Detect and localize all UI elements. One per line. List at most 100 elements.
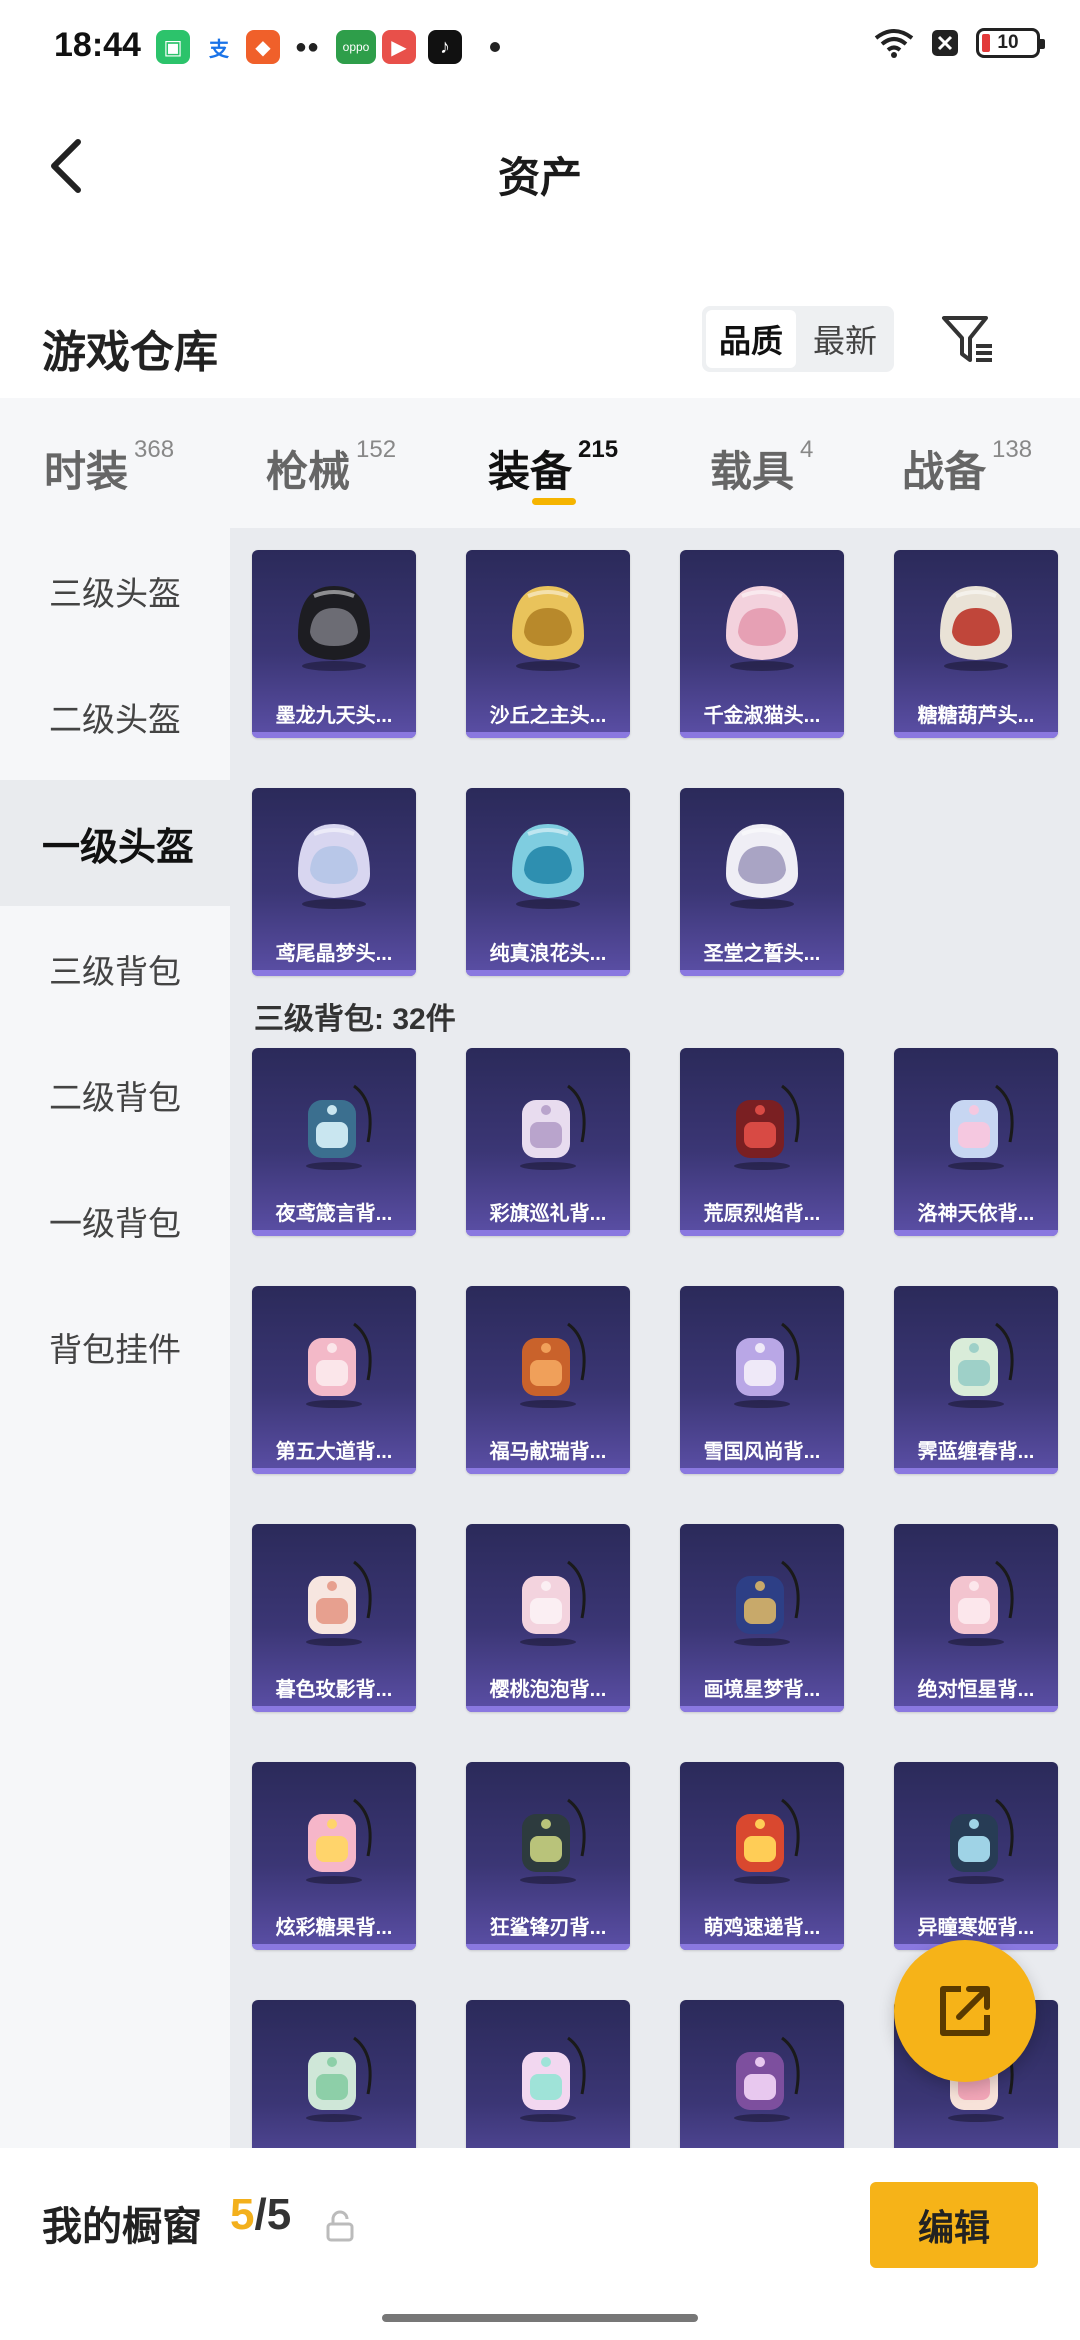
tab-equipment[interactable]: 装备 215 bbox=[488, 436, 619, 499]
showcase-bar: 我的橱窗 5/5 编辑 bbox=[0, 2148, 1080, 2298]
sidebar-item-level3-backpack[interactable]: 三级背包 bbox=[0, 906, 230, 1032]
item-name: 萌鸡速递背... bbox=[703, 1917, 821, 1939]
tab-count: 152 bbox=[356, 436, 397, 463]
backpack-icon bbox=[948, 1798, 1014, 1884]
backpack-card[interactable]: 洛神天依背... bbox=[894, 1048, 1058, 1236]
filter-button[interactable] bbox=[938, 310, 998, 370]
edit-button[interactable]: 编辑 bbox=[870, 2182, 1038, 2268]
filter-icon bbox=[942, 316, 992, 362]
backpack-card[interactable]: 彩旗巡礼背... bbox=[466, 1048, 630, 1236]
tab-count: 215 bbox=[578, 436, 619, 463]
helmet-icon bbox=[940, 586, 1012, 671]
backpack-card[interactable]: 绝对恒星背... bbox=[894, 1524, 1058, 1712]
sidebar-item-level2-backpack[interactable]: 二级背包 bbox=[0, 1032, 230, 1158]
helmet-icon bbox=[512, 824, 584, 909]
item-name: 糖糖葫芦头... bbox=[917, 705, 1035, 727]
item-name: 暮色玫影背... bbox=[275, 1679, 393, 1701]
lock-icon bbox=[326, 2210, 354, 2242]
backpack-card[interactable]: 暮色玫影背... bbox=[252, 1524, 416, 1712]
item-name: 洛神天依背... bbox=[917, 1203, 1035, 1225]
item-name: 樱桃泡泡背... bbox=[489, 1679, 607, 1701]
helmet-card[interactable]: 鸢尾晶梦头... bbox=[252, 788, 416, 976]
helmet-card[interactable]: 墨龙九天头... bbox=[252, 550, 416, 738]
backpack-icon bbox=[306, 2036, 372, 2122]
battery-icon: 10 bbox=[976, 28, 1045, 58]
helmet-card[interactable]: 千金淑猫头... bbox=[680, 550, 844, 738]
wechat-icon: ●● bbox=[294, 35, 320, 58]
sidebar-item-backpack-charm[interactable]: 背包挂件 bbox=[0, 1284, 230, 1410]
helmet-card[interactable]: 沙丘之主头... bbox=[466, 550, 630, 738]
top-app-bar: 资产 bbox=[0, 96, 1080, 246]
helmet-icon bbox=[298, 824, 370, 909]
alipay-icon: 支 bbox=[209, 38, 229, 61]
sidebar-item-level1-backpack[interactable]: 一级背包 bbox=[0, 1158, 230, 1284]
backpack-icon bbox=[734, 1560, 800, 1646]
sidebar-item-level1-helmet[interactable]: 一级头盔 bbox=[0, 780, 230, 906]
tab-label: 战备 bbox=[902, 448, 987, 495]
item-name: 墨龙九天头... bbox=[275, 705, 393, 727]
backpack-card[interactable] bbox=[252, 2000, 416, 2148]
system-icons: 10 bbox=[874, 28, 1045, 58]
item-grid: 墨龙九天头... 沙丘之主头... 千金淑猫头... 糖糖葫芦头... 鸢尾晶梦头...… bbox=[230, 528, 1080, 2148]
backpack-icon bbox=[734, 2036, 800, 2122]
backpack-icon bbox=[948, 1084, 1014, 1170]
showcase-count: 5/5 bbox=[230, 2190, 291, 2240]
backpack-card[interactable]: 雪国风尚背... bbox=[680, 1286, 844, 1474]
backpack-card[interactable]: 狂鲨锋刃背... bbox=[466, 1762, 630, 1950]
page-title: 资产 bbox=[497, 154, 582, 201]
backpack-card[interactable]: 萌鸡速递背... bbox=[680, 1762, 844, 1950]
helmet-icon bbox=[726, 824, 798, 909]
backpack-card[interactable]: 樱桃泡泡背... bbox=[466, 1524, 630, 1712]
backpack-icon bbox=[520, 1798, 586, 1884]
sort-option-latest[interactable]: 最新 bbox=[800, 310, 890, 368]
backpack-card[interactable]: 第五大道背... bbox=[252, 1286, 416, 1474]
helmet-icon bbox=[512, 586, 584, 671]
backpack-card[interactable]: 福马献瑞背... bbox=[466, 1286, 630, 1474]
tab-vehicles[interactable]: 载具 4 bbox=[710, 436, 813, 499]
tiktok-icon: ♪ bbox=[428, 30, 462, 64]
backpack-card[interactable] bbox=[466, 2000, 630, 2148]
backpack-card[interactable]: 炫彩糖果背... bbox=[252, 1762, 416, 1950]
tab-weapons[interactable]: 枪械 152 bbox=[266, 436, 397, 499]
tab-supplies[interactable]: 战备 138 bbox=[902, 436, 1032, 499]
wifi-icon bbox=[874, 29, 914, 58]
backpack-icon bbox=[306, 1560, 372, 1646]
tab-fashion[interactable]: 时装 368 bbox=[44, 436, 174, 499]
tab-label: 装备 bbox=[488, 448, 573, 495]
backpack-card[interactable] bbox=[680, 2000, 844, 2148]
sidebar-item-level3-helmet[interactable]: 三级头盔 bbox=[0, 528, 230, 654]
status-bar: 18:44 ▣ 支 ◆ ●● oppo ▶ ♪ 10 bbox=[0, 0, 1080, 96]
backpack-card[interactable]: 夜鸢箴言背... bbox=[252, 1048, 416, 1236]
home-indicator bbox=[382, 2314, 698, 2322]
item-name: 霁蓝缠春背... bbox=[917, 1441, 1035, 1463]
sidebar-item-level2-helmet[interactable]: 二级头盔 bbox=[0, 654, 230, 780]
item-name: 夜鸢箴言背... bbox=[275, 1203, 393, 1225]
item-name: 沙丘之主头... bbox=[489, 705, 607, 727]
backpack-icon bbox=[520, 1084, 586, 1170]
item-name: 彩旗巡礼背... bbox=[489, 1203, 607, 1225]
backpack-icon bbox=[520, 1560, 586, 1646]
showcase-title: 我的橱窗 bbox=[42, 2205, 202, 2249]
backpack-card[interactable]: 荒原烈焰背... bbox=[680, 1048, 844, 1236]
backpack-card[interactable]: 霁蓝缠春背... bbox=[894, 1286, 1058, 1474]
backpack-icon bbox=[734, 1084, 800, 1170]
more-notifications-dot bbox=[490, 42, 500, 52]
helmet-card[interactable]: 圣堂之誓头... bbox=[680, 788, 844, 976]
battery-level: 10 bbox=[997, 32, 1019, 53]
helmet-card[interactable]: 糖糖葫芦头... bbox=[894, 550, 1058, 738]
helmet-card[interactable]: 纯真浪花头... bbox=[466, 788, 630, 976]
helmet-icon bbox=[726, 586, 798, 671]
backpack-icon bbox=[520, 2036, 586, 2122]
tab-label: 载具 bbox=[710, 448, 795, 495]
tab-label: 枪械 bbox=[266, 448, 351, 495]
helmet-icon bbox=[298, 586, 370, 671]
sim-off-icon bbox=[932, 30, 958, 56]
sort-option-quality[interactable]: 品质 bbox=[706, 310, 796, 368]
item-name: 荒原烈焰背... bbox=[703, 1203, 821, 1225]
item-name: 福马献瑞背... bbox=[489, 1441, 607, 1463]
share-button[interactable] bbox=[894, 1940, 1036, 2082]
backpack-icon bbox=[734, 1322, 800, 1408]
active-tab-indicator bbox=[532, 498, 576, 505]
backpack-card[interactable]: 画境星梦背... bbox=[680, 1524, 844, 1712]
backpack-card[interactable]: 异瞳寒姬背... bbox=[894, 1762, 1058, 1950]
